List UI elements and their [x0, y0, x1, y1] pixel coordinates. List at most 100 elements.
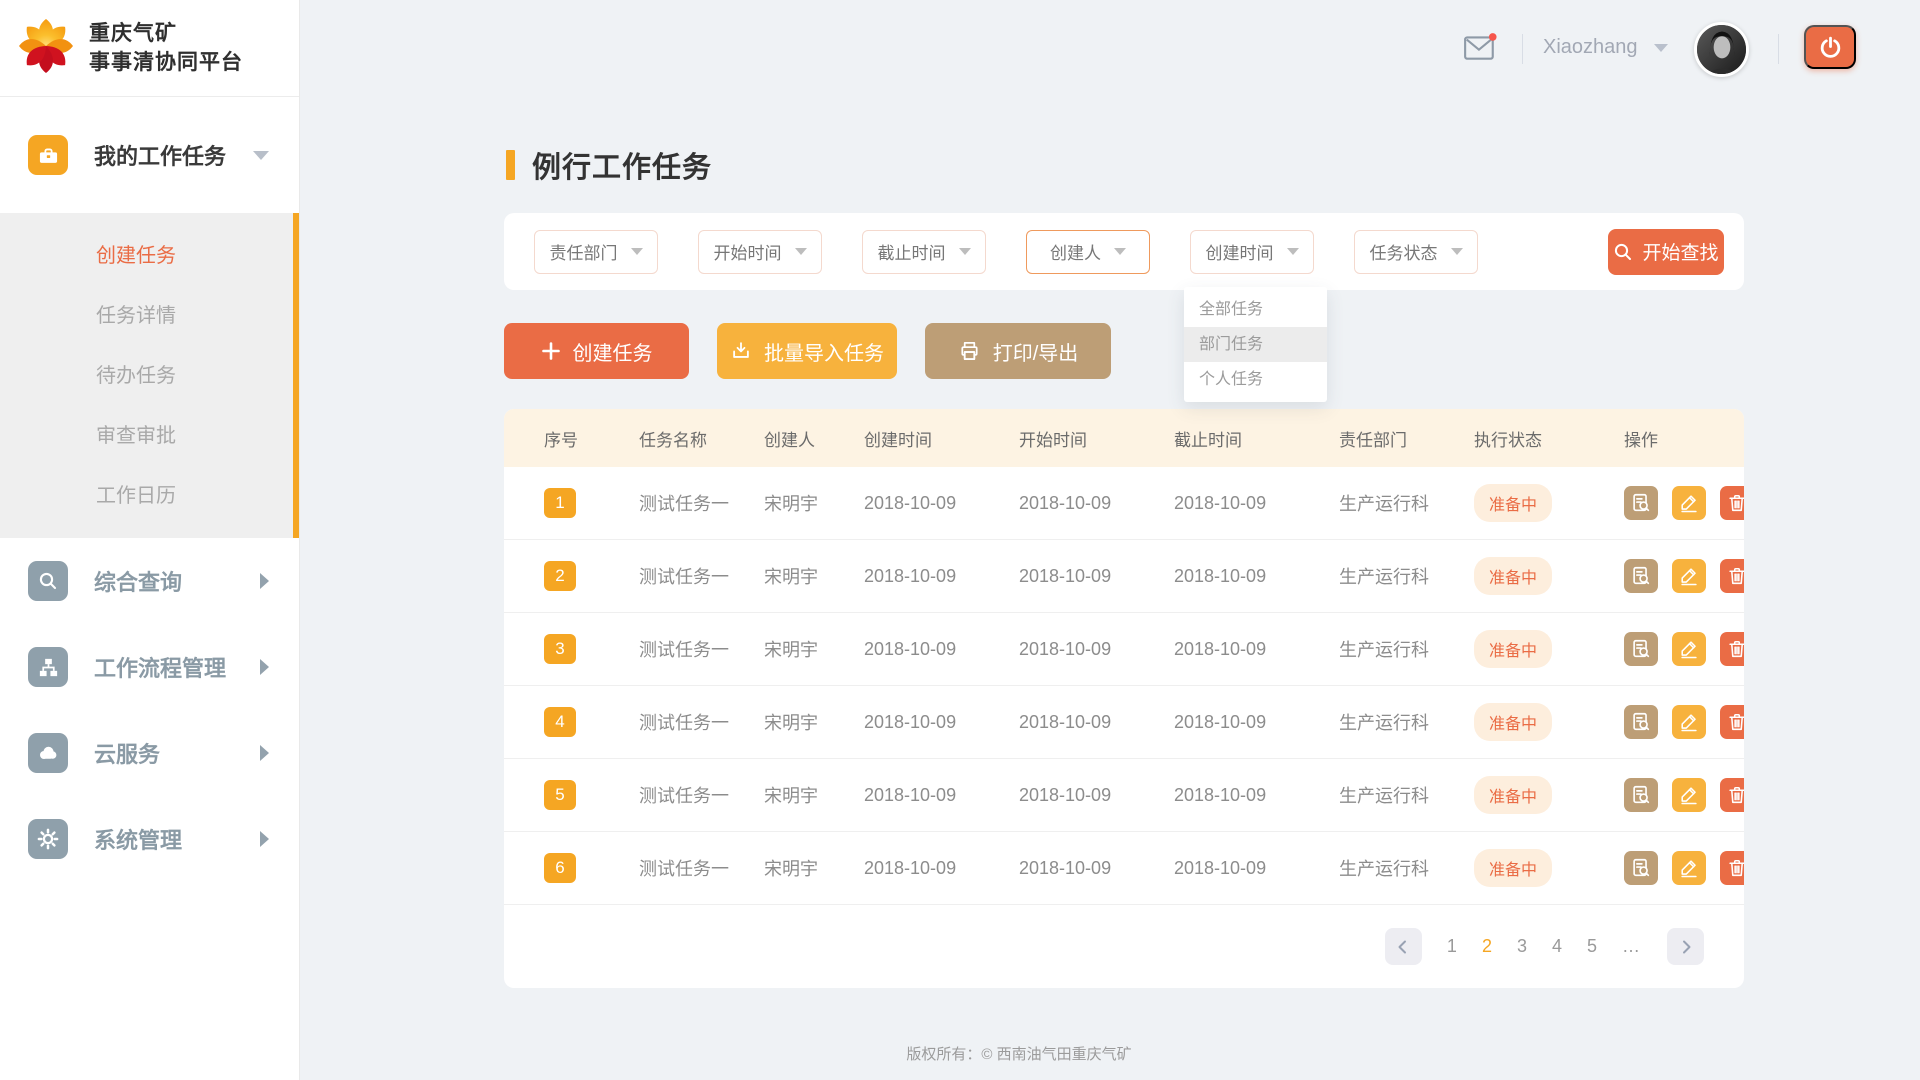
- select-create-time[interactable]: 创建时间: [1190, 230, 1314, 274]
- sidebar-group-system-management[interactable]: 系统管理: [0, 796, 299, 882]
- page-title-text: 例行工作任务: [532, 144, 712, 186]
- create-task-button[interactable]: 创建任务: [504, 323, 689, 379]
- col-header-department: 责任部门: [1339, 426, 1474, 451]
- copyright-footer: 版权所有：© 西南油气田重庆气矿: [504, 1043, 1744, 1064]
- cell-start-time: 2018-10-09: [1019, 712, 1174, 733]
- cloud-icon: [28, 733, 68, 773]
- view-detail-button[interactable]: [1624, 486, 1658, 520]
- main-area: Xiaozhang 例行工作任务: [300, 0, 1920, 1080]
- edit-button[interactable]: [1672, 486, 1706, 520]
- sidebar-item-work-calendar[interactable]: 工作日历: [0, 466, 293, 526]
- row-number-badge: 6: [544, 853, 576, 883]
- select-task-status[interactable]: 任务状态: [1354, 230, 1478, 274]
- workflow-icon: [28, 647, 68, 687]
- cell-department: 生产运行科: [1339, 855, 1474, 881]
- chevron-down-icon: [1114, 248, 1126, 255]
- page-number-4[interactable]: 4: [1552, 936, 1562, 957]
- sidebar-group-my-work-tasks[interactable]: 我的工作任务: [0, 97, 299, 213]
- prev-page-button[interactable]: [1385, 928, 1422, 965]
- table-row: 5 测试任务一 宋明宇 2018-10-09 2018-10-09 2018-1…: [504, 759, 1744, 832]
- cell-create-time: 2018-10-09: [864, 785, 1019, 806]
- dropdown-item-personal-tasks[interactable]: 个人任务: [1184, 362, 1327, 397]
- sidebar-group-workflow-management[interactable]: 工作流程管理: [0, 624, 299, 710]
- delete-button[interactable]: [1720, 632, 1744, 666]
- status-badge: 准备中: [1474, 776, 1552, 814]
- sidebar-group-label: 我的工作任务: [94, 139, 226, 171]
- divider: [1778, 34, 1779, 64]
- select-responsible-department[interactable]: 责任部门: [534, 230, 658, 274]
- sidebar-item-review-approval[interactable]: 审查审批: [0, 406, 293, 466]
- col-header-start-time: 开始时间: [1019, 426, 1174, 451]
- page-number-5[interactable]: 5: [1587, 936, 1597, 957]
- cell-start-time: 2018-10-09: [1019, 566, 1174, 587]
- sidebar-group-label: 系统管理: [94, 823, 182, 855]
- delete-button[interactable]: [1720, 851, 1744, 885]
- status-badge: 准备中: [1474, 703, 1552, 741]
- select-start-time[interactable]: 开始时间: [698, 230, 822, 274]
- divider: [1522, 34, 1523, 64]
- search-button[interactable]: 开始查找: [1608, 229, 1724, 275]
- cell-end-time: 2018-10-09: [1174, 712, 1339, 733]
- row-number-badge: 1: [544, 488, 576, 518]
- page-number-1[interactable]: 1: [1447, 936, 1457, 957]
- cell-department: 生产运行科: [1339, 782, 1474, 808]
- sidebar-group-cloud-services[interactable]: 云服务: [0, 710, 299, 796]
- user-menu[interactable]: Xiaozhang: [1543, 36, 1668, 59]
- action-buttons: 创建任务 批量导入任务 打印/导出: [504, 323, 1744, 379]
- view-detail-button[interactable]: [1624, 705, 1658, 739]
- row-number-badge: 5: [544, 780, 576, 810]
- sidebar-item-task-detail[interactable]: 任务详情: [0, 286, 293, 346]
- dropdown-item-department-tasks[interactable]: 部门任务: [1184, 327, 1327, 362]
- cell-start-time: 2018-10-09: [1019, 785, 1174, 806]
- row-number-badge: 2: [544, 561, 576, 591]
- print-export-button[interactable]: 打印/导出: [925, 323, 1111, 379]
- table-row: 2 测试任务一 宋明宇 2018-10-09 2018-10-09 2018-1…: [504, 540, 1744, 613]
- sidebar-group-comprehensive-query[interactable]: 综合查询: [0, 538, 299, 624]
- cell-create-time: 2018-10-09: [864, 493, 1019, 514]
- edit-button[interactable]: [1672, 559, 1706, 593]
- view-detail-button[interactable]: [1624, 778, 1658, 812]
- cell-department: 生产运行科: [1339, 563, 1474, 589]
- avatar[interactable]: [1694, 22, 1749, 77]
- sidebar-item-todo-tasks[interactable]: 待办任务: [0, 346, 293, 406]
- logo-block: 重庆气矿 事事清协同平台: [0, 0, 299, 97]
- username-label: Xiaozhang: [1543, 36, 1638, 59]
- delete-button[interactable]: [1720, 778, 1744, 812]
- cell-task-name: 测试任务一: [639, 709, 764, 735]
- edit-button[interactable]: [1672, 851, 1706, 885]
- app-title: 重庆气矿 事事清协同平台: [89, 19, 243, 78]
- select-creator[interactable]: 创建人: [1026, 230, 1150, 274]
- col-header-exec-status: 执行状态: [1474, 426, 1624, 451]
- select-end-time[interactable]: 截止时间: [862, 230, 986, 274]
- status-badge: 准备中: [1474, 484, 1552, 522]
- filter-dropdown-menu: 全部任务 部门任务 个人任务: [1184, 287, 1327, 402]
- edit-button[interactable]: [1672, 705, 1706, 739]
- mail-icon[interactable]: [1463, 32, 1497, 67]
- batch-import-button[interactable]: 批量导入任务: [717, 323, 897, 379]
- view-detail-button[interactable]: [1624, 851, 1658, 885]
- page-number-2-active[interactable]: 2: [1482, 936, 1492, 957]
- delete-button[interactable]: [1720, 559, 1744, 593]
- edit-button[interactable]: [1672, 632, 1706, 666]
- page-number-3[interactable]: 3: [1517, 936, 1527, 957]
- sidebar-item-create-task[interactable]: 创建任务: [0, 226, 293, 286]
- next-page-button[interactable]: [1667, 928, 1704, 965]
- dropdown-item-all-tasks[interactable]: 全部任务: [1184, 292, 1327, 327]
- cell-creator: 宋明宇: [764, 490, 864, 516]
- table-row: 6 测试任务一 宋明宇 2018-10-09 2018-10-09 2018-1…: [504, 832, 1744, 905]
- col-header-index: 序号: [544, 426, 639, 451]
- chevron-right-icon: [260, 745, 269, 761]
- delete-button[interactable]: [1720, 705, 1744, 739]
- logout-power-button[interactable]: [1804, 25, 1856, 69]
- col-header-creator: 创建人: [764, 426, 864, 451]
- table-header: 序号 任务名称 创建人 创建时间 开始时间 截止时间 责任部门 执行状态 操作: [504, 409, 1744, 467]
- view-detail-button[interactable]: [1624, 559, 1658, 593]
- delete-button[interactable]: [1720, 486, 1744, 520]
- chevron-down-icon: [1287, 248, 1299, 255]
- cell-start-time: 2018-10-09: [1019, 639, 1174, 660]
- search-icon: [28, 561, 68, 601]
- edit-button[interactable]: [1672, 778, 1706, 812]
- view-detail-button[interactable]: [1624, 632, 1658, 666]
- cell-department: 生产运行科: [1339, 490, 1474, 516]
- cell-task-name: 测试任务一: [639, 855, 764, 881]
